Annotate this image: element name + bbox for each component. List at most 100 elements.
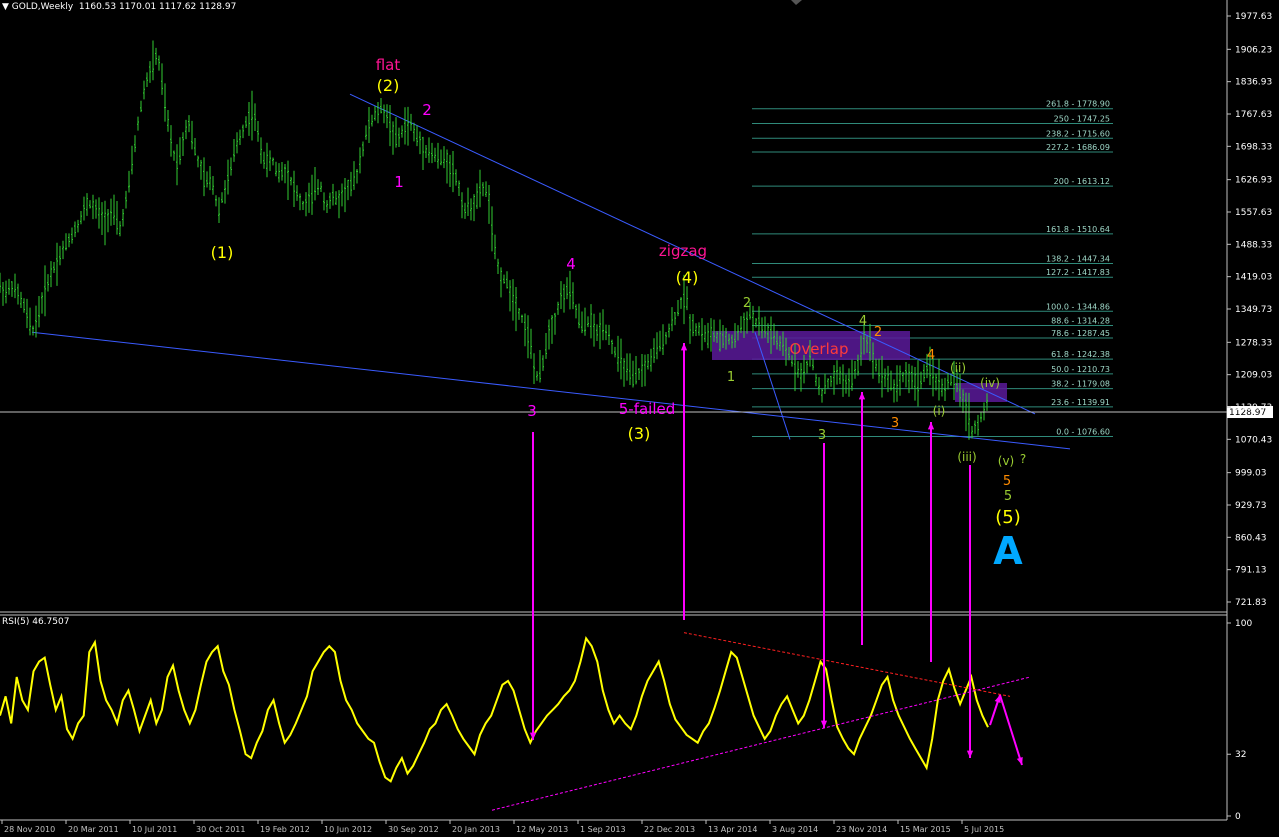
price-tick-label: 1139.73 <box>1235 403 1272 413</box>
fib-label: 238.2 - 1715.60 <box>1046 129 1110 138</box>
date-tick-label: 3 Aug 2014 <box>772 825 818 834</box>
wave-label: 2 <box>743 296 751 311</box>
price-tick-label: 1557.63 <box>1235 208 1272 218</box>
price-tick-label: 1488.33 <box>1235 240 1272 250</box>
arrowhead-icon <box>820 720 828 728</box>
wave-label: 1 <box>727 370 735 385</box>
price-tick-label: 1209.03 <box>1235 371 1272 381</box>
wave-label: (v) <box>998 454 1014 468</box>
fib-label: 161.8 - 1510.64 <box>1046 225 1110 234</box>
fib-label: 250 - 1747.25 <box>1054 115 1110 124</box>
arrowhead-icon <box>966 750 974 758</box>
wave-label: (3) <box>628 424 651 443</box>
fib-label: 200 - 1613.12 <box>1054 177 1110 186</box>
fib-label: 50.0 - 1210.73 <box>1051 365 1110 374</box>
date-tick-label: 20 Mar 2011 <box>68 825 119 834</box>
wave-label: flat <box>376 56 401 74</box>
rsi-pane: 100 32 0 <box>0 619 1252 822</box>
rsi-tick-label: 0 <box>1235 812 1241 822</box>
date-tick-label: 30 Sep 2012 <box>388 825 439 834</box>
price-tick-label: 1349.73 <box>1235 305 1272 315</box>
rsi-tick-label: 100 <box>1235 619 1252 629</box>
price-tick-label: 1767.63 <box>1235 110 1272 120</box>
symbol-label: GOLD,Weekly <box>11 2 74 12</box>
trendlines <box>31 93 1071 450</box>
date-tick-label: 20 Jan 2013 <box>452 825 500 834</box>
scroll-marker-icon <box>791 0 802 5</box>
wave-label: (iv) <box>980 376 1000 390</box>
fib-label: 88.6 - 1314.28 <box>1051 317 1110 326</box>
wave-label: 1 <box>394 173 404 191</box>
wave-label: 5 <box>1003 474 1011 489</box>
price-tick-label: 1070.43 <box>1235 435 1272 445</box>
fib-label: 138.2 - 1447.34 <box>1046 254 1110 263</box>
arrowhead-icon <box>927 422 935 430</box>
fib-label: 261.8 - 1778.90 <box>1046 100 1110 109</box>
price-chart[interactable]: 261.8 - 1778.90 250 - 1747.25 238.2 - 1715… <box>0 0 1279 837</box>
fib-label: 0.0 - 1076.60 <box>1056 427 1110 436</box>
price-tick-label: 860.43 <box>1235 533 1267 543</box>
date-tick-label: 23 Nov 2014 <box>836 825 887 834</box>
wave-label: (iii) <box>957 450 976 464</box>
date-tick-label: 10 Jul 2011 <box>132 825 177 834</box>
chart-frame <box>0 0 1228 821</box>
wave-label: (i) <box>933 404 946 418</box>
wave-label: 3 <box>818 428 826 443</box>
price-tick-label: 1419.03 <box>1235 273 1272 283</box>
date-tick-label: 30 Oct 2011 <box>196 825 245 834</box>
arrowhead-icon <box>529 732 537 740</box>
menu-triangle-icon[interactable]: ▼ <box>2 2 9 12</box>
date-tick-label: 1 Sep 2013 <box>580 825 626 834</box>
arrowhead-icon <box>680 343 688 351</box>
wave-label: (4) <box>676 268 699 287</box>
fib-label: 127.2 - 1417.83 <box>1046 268 1110 277</box>
arrow-annotations <box>529 343 1023 766</box>
price-tick-label: 929.73 <box>1235 501 1267 511</box>
arrowhead-icon <box>858 392 866 400</box>
wave-label: zigzag <box>659 242 707 260</box>
wave-label: 5-failed <box>619 400 676 418</box>
wave-label: 4 <box>859 314 867 329</box>
wave-label: (2) <box>377 76 400 95</box>
fib-label: 38.2 - 1179.08 <box>1051 380 1110 389</box>
wave-label: 4 <box>927 348 935 363</box>
wave-labels: flat(2)21(1)4zigzag(4)3 5-failed(3)213423… <box>211 56 1027 573</box>
date-tick-label: 19 Feb 2012 <box>260 825 310 834</box>
overlap-label: Overlap <box>790 340 849 358</box>
arrowhead-icon <box>1016 757 1023 765</box>
price-tick-label: 1977.63 <box>1235 12 1272 22</box>
price-tick-label: 1906.23 <box>1235 45 1272 55</box>
date-tick-label: 13 Apr 2014 <box>708 825 757 834</box>
chart-header: ▼ GOLD,Weekly 1160.53 1170.01 1117.62 11… <box>2 2 236 12</box>
price-tick-label: 791.13 <box>1235 566 1267 576</box>
trendline <box>31 331 1071 450</box>
wave-label: 3 <box>527 402 537 420</box>
price-tick-label: 1278.33 <box>1235 338 1272 348</box>
price-tick-label: 721.83 <box>1235 598 1267 608</box>
price-tick-label: 1626.93 <box>1235 176 1272 186</box>
date-axis: 28 Nov 2010 20 Mar 2011 10 Jul 2011 30 Oct … <box>1 820 1004 834</box>
wave-label: (5) <box>995 507 1021 528</box>
wave-label: (1) <box>211 243 234 262</box>
date-tick-label: 12 May 2013 <box>516 825 568 834</box>
date-tick-label: 28 Nov 2010 <box>4 825 55 834</box>
fib-label: 23.6 - 1139.91 <box>1051 398 1110 407</box>
price-tick-label: 999.03 <box>1235 469 1267 479</box>
rsi-label: RSI(5) 46.7507 <box>2 617 70 627</box>
price-tick-label: 1836.93 <box>1235 78 1272 88</box>
fib-label: 100.0 - 1344.86 <box>1046 302 1110 311</box>
wave-label: 2 <box>422 101 432 119</box>
rsi-header: RSI(5) 46.7507 <box>2 617 69 627</box>
rsi-trendline <box>683 632 1011 697</box>
date-tick-label: 5 Jul 2015 <box>964 825 1004 834</box>
arrow-shaft <box>999 694 1023 766</box>
price-tick-label: 1698.33 <box>1235 142 1272 152</box>
wave-label: (ii) <box>950 361 966 375</box>
date-tick-label: 22 Dec 2013 <box>644 825 695 834</box>
wave-label: 2 <box>874 325 882 340</box>
ohlc-values: 1160.53 1170.01 1117.62 1128.97 <box>78 2 237 12</box>
price-candles <box>0 40 988 440</box>
rsi-tick-label: 32 <box>1235 750 1246 760</box>
wave-label: A <box>993 529 1023 573</box>
wave-label: 4 <box>566 255 576 273</box>
